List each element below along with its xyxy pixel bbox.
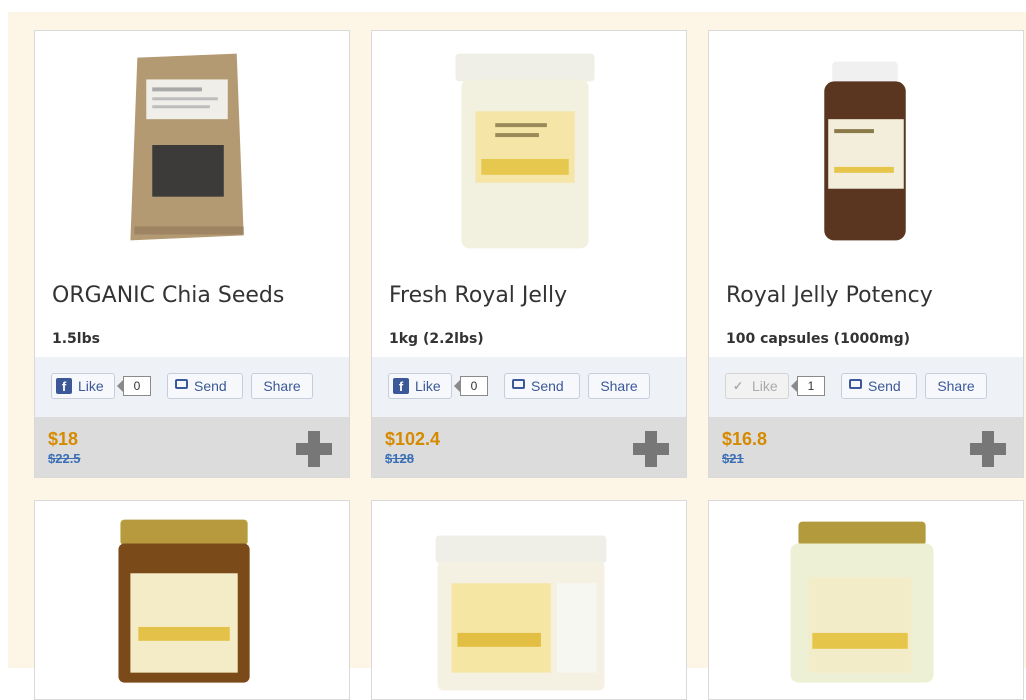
like-count: 0	[454, 376, 488, 396]
product-card[interactable]	[34, 500, 350, 700]
add-to-cart-icon[interactable]	[633, 431, 669, 467]
product-image[interactable]	[35, 31, 349, 263]
product-card[interactable]: ORGANIC Chia Seeds 1.5lbs f Like 0 Send S…	[34, 30, 350, 478]
like-count: 0	[117, 376, 151, 396]
product-card[interactable]: Royal Jelly Potency 100 capsules (1000mg…	[708, 30, 1024, 478]
product-quantity: 1kg (2.2lbs)	[389, 331, 484, 347]
like-button[interactable]: ✓ Like	[725, 373, 789, 399]
like-count: 1	[791, 376, 825, 396]
send-button[interactable]: Send	[841, 373, 917, 399]
product-grid: ORGANIC Chia Seeds 1.5lbs f Like 0 Send S…	[8, 12, 1026, 700]
sale-price: $18	[48, 429, 79, 449]
price-bar: $16.8 $21	[709, 417, 1023, 477]
product-image[interactable]	[709, 31, 1023, 263]
share-button[interactable]: Share	[925, 373, 987, 399]
like-button[interactable]: f Like	[51, 373, 115, 399]
product-card[interactable]	[371, 500, 687, 700]
social-bar: f Like 0 Send Share	[372, 357, 686, 417]
message-icon	[849, 379, 862, 389]
original-price: $128	[385, 451, 414, 466]
product-card[interactable]: Fresh Royal Jelly 1kg (2.2lbs) f Like 0 S…	[371, 30, 687, 478]
message-icon	[175, 379, 188, 389]
facebook-icon: f	[56, 378, 72, 394]
product-title[interactable]: Royal Jelly Potency	[726, 283, 933, 308]
product-card[interactable]	[708, 500, 1024, 700]
product-quantity: 100 capsules (1000mg)	[726, 331, 911, 347]
price-bar: $18 $22.5	[35, 417, 349, 477]
product-image[interactable]	[35, 501, 349, 700]
sale-price: $16.8	[722, 429, 768, 449]
product-image[interactable]	[709, 501, 1023, 700]
share-button[interactable]: Share	[251, 373, 313, 399]
send-button[interactable]: Send	[504, 373, 580, 399]
product-image[interactable]	[372, 31, 686, 263]
sale-price: $102.4	[385, 429, 441, 449]
add-to-cart-icon[interactable]	[296, 431, 332, 467]
product-title[interactable]: ORGANIC Chia Seeds	[52, 283, 284, 308]
social-bar: f Like 0 Send Share	[35, 357, 349, 417]
checkmark-icon: ✓	[732, 379, 744, 393]
original-price: $22.5	[48, 451, 81, 466]
like-button[interactable]: f Like	[388, 373, 452, 399]
message-icon	[512, 379, 525, 389]
price-bar: $102.4 $128	[372, 417, 686, 477]
product-image[interactable]	[372, 501, 686, 700]
share-button[interactable]: Share	[588, 373, 650, 399]
product-quantity: 1.5lbs	[52, 331, 100, 347]
facebook-icon: f	[393, 378, 409, 394]
original-price: $21	[722, 451, 744, 466]
social-bar: ✓ Like 1 Send Share	[709, 357, 1023, 417]
add-to-cart-icon[interactable]	[970, 431, 1006, 467]
product-title[interactable]: Fresh Royal Jelly	[389, 283, 567, 308]
send-button[interactable]: Send	[167, 373, 243, 399]
